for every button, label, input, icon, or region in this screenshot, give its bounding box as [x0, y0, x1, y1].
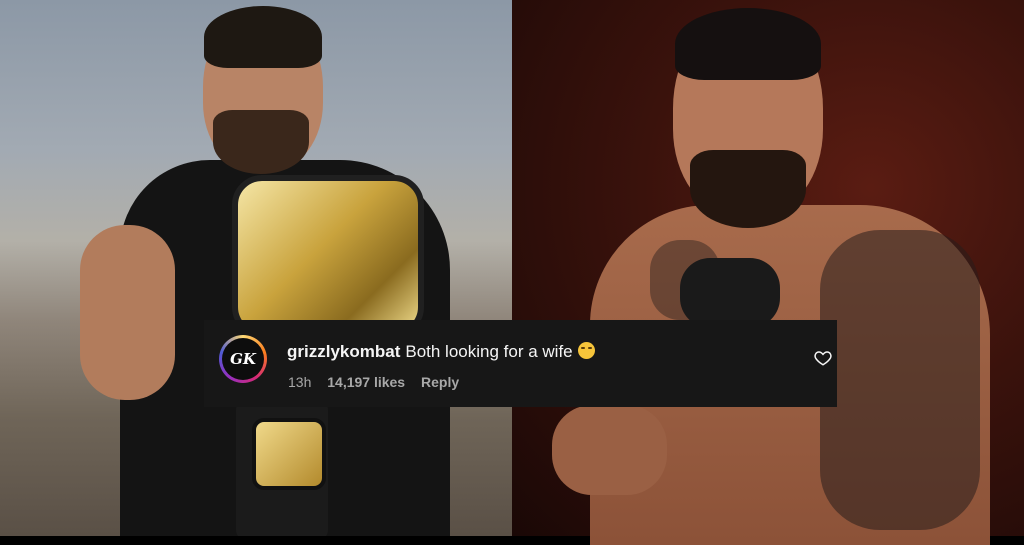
- right-fighter-forearm: [552, 405, 667, 495]
- comment-meta: 13h 14,197 likes Reply: [288, 374, 471, 390]
- left-fighter-hair: [204, 6, 322, 68]
- avatar-initials: GK: [222, 338, 264, 380]
- left-fighter-arm: [80, 225, 175, 400]
- left-photo: [0, 0, 512, 536]
- comment-line: grizzlykombat Both looking for a wife: [287, 342, 595, 362]
- comment-likes[interactable]: 14,197 likes: [327, 374, 405, 390]
- laughing-tears-emoji: [577, 342, 595, 359]
- right-fighter-hair: [675, 8, 821, 80]
- left-fighter-beard: [213, 110, 309, 174]
- championship-belt-plate: [232, 175, 424, 337]
- instagram-comment: GK grizzlykombat Both looking for a wife …: [204, 320, 837, 407]
- right-fighter-beard: [690, 150, 806, 228]
- avatar[interactable]: GK: [219, 335, 267, 383]
- right-fighter-tattoo: [820, 230, 980, 530]
- reply-button[interactable]: Reply: [421, 374, 459, 390]
- right-fighter-glove: [680, 258, 780, 328]
- comment-username[interactable]: grizzlykombat: [287, 342, 400, 361]
- heart-icon[interactable]: [814, 349, 832, 367]
- championship-belt-badge: [252, 418, 326, 490]
- comment-time: 13h: [288, 374, 312, 390]
- comment-text: Both looking for a wife: [405, 342, 573, 361]
